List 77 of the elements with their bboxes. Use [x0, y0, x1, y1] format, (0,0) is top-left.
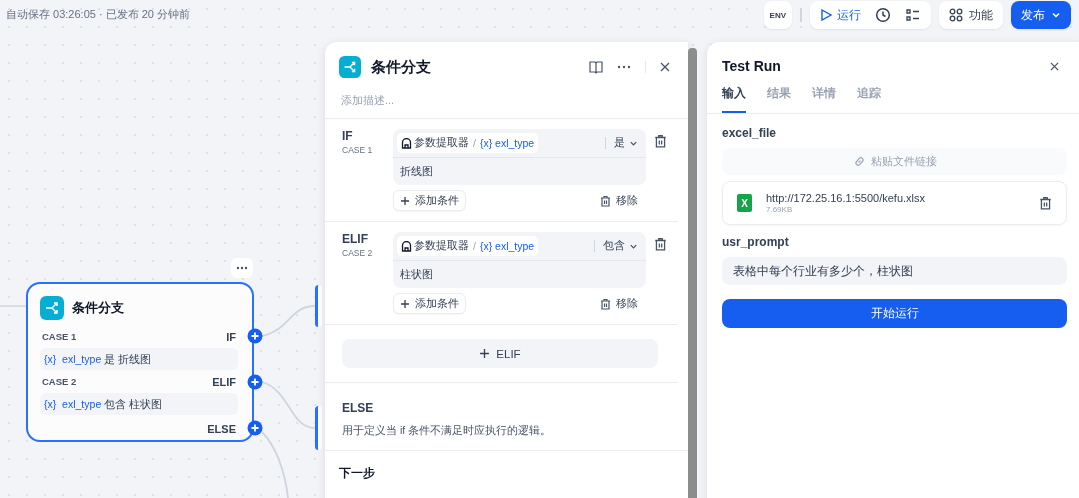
more-icon[interactable] — [231, 258, 253, 278]
port-label: ELIF — [212, 375, 236, 388]
add-port-icon[interactable] — [247, 420, 263, 436]
checklist-icon[interactable] — [905, 7, 921, 23]
condition-node[interactable]: 条件分支 CASE 1 IF {x} exl_type 是 折线图 CASE 2 ELIF {x} exl_type 包含 柱状图 ELSE — [26, 282, 254, 442]
remove-button[interactable]: 移除 — [600, 193, 646, 208]
close-icon[interactable] — [1050, 61, 1059, 71]
add-condition-button[interactable]: 添加条件 — [393, 190, 466, 211]
variable-chip[interactable]: 参数提取器 / {x} exl_type — [397, 236, 539, 256]
file-name: http://172.25.16.1:5500/kefu.xlsx — [766, 192, 926, 204]
env-button[interactable]: ENV — [763, 1, 792, 29]
branch-label: IF — [342, 129, 354, 143]
trash-icon — [600, 297, 611, 310]
remove-button[interactable]: 移除 — [600, 296, 646, 311]
add-condition-button[interactable]: 添加条件 — [393, 293, 466, 314]
panel-title: Test Run — [722, 58, 781, 74]
prompt-input[interactable]: 表格中每个行业有多少个，柱状图 — [722, 257, 1067, 285]
run-button[interactable]: 运行 — [820, 6, 861, 24]
plus-icon — [479, 348, 491, 359]
variable-name: {x} exl_type — [479, 137, 535, 149]
history-icon[interactable] — [875, 7, 891, 23]
node-icon — [401, 137, 412, 149]
tab[interactable]: 输入 — [722, 86, 746, 113]
port-label: ELSE — [207, 422, 236, 435]
autosave-status: 自动保存 03:26:05 · 已发布 20 分钟前 — [6, 7, 190, 22]
variable-name: {x} exl_type — [479, 240, 535, 252]
case-label: CASE 2 — [342, 248, 374, 258]
source-node-name: 参数提取器 — [414, 239, 469, 253]
condition-summary: {x} exl_type 包含 柱状图 — [40, 393, 238, 415]
grid-icon — [949, 8, 963, 22]
book-icon[interactable] — [589, 60, 603, 74]
branch-icon — [40, 296, 64, 320]
trash-icon[interactable] — [1039, 196, 1052, 210]
value-field[interactable]: 柱状图 — [393, 261, 646, 288]
trash-icon[interactable] — [654, 134, 667, 148]
case-label: CASE 1 — [342, 145, 374, 155]
path-separator: / — [473, 240, 476, 252]
panel-title: 条件分支 — [371, 57, 431, 77]
operator-select[interactable]: 包含 — [603, 239, 638, 253]
more-icon[interactable] — [617, 65, 631, 69]
operator-select[interactable]: 是 — [614, 136, 638, 150]
case-label: CASE 2 — [42, 376, 77, 387]
trash-icon[interactable] — [654, 237, 667, 251]
source-node-name: 参数提取器 — [414, 136, 469, 150]
spreadsheet-file-icon: X — [737, 194, 752, 212]
condition-summary: {x} exl_type 是 折线图 — [40, 348, 238, 370]
features-button[interactable]: 功能 — [939, 1, 1003, 29]
value-field[interactable]: 折线图 — [393, 158, 646, 185]
scrollbar[interactable] — [688, 48, 697, 498]
field-label: excel_file — [722, 126, 778, 140]
field-label: usr_prompt — [722, 235, 790, 249]
path-separator: / — [473, 137, 476, 149]
file-size: 7.69KB — [766, 205, 794, 214]
branch-label: ELIF — [342, 232, 369, 246]
node-icon — [401, 240, 412, 252]
else-description: 用于定义当 if 条件不满足时应执行的逻辑。 — [342, 424, 553, 438]
node-title: 条件分支 — [72, 299, 124, 317]
plus-icon — [400, 195, 410, 206]
plus-icon — [400, 298, 410, 309]
port-label: IF — [226, 330, 236, 343]
play-icon — [820, 9, 832, 21]
close-icon[interactable] — [660, 62, 670, 72]
case-label: CASE 1 — [42, 331, 77, 342]
else-title: ELSE — [342, 401, 375, 415]
branch-icon — [339, 56, 361, 78]
canvas-node[interactable] — [315, 285, 322, 327]
add-port-icon[interactable] — [247, 374, 263, 390]
add-port-icon[interactable] — [247, 328, 263, 344]
variable-chip[interactable]: 参数提取器 / {x} exl_type — [397, 133, 539, 153]
trash-icon — [600, 194, 611, 207]
next-step-title: 下一步 — [339, 465, 376, 482]
link-icon — [852, 155, 866, 168]
publish-button[interactable]: 发布 — [1011, 1, 1071, 29]
add-elif-button[interactable]: ELIF — [342, 339, 658, 368]
start-run-button[interactable]: 开始运行 — [722, 299, 1067, 328]
canvas-node[interactable] — [315, 406, 322, 450]
chevron-down-icon — [1051, 10, 1061, 20]
